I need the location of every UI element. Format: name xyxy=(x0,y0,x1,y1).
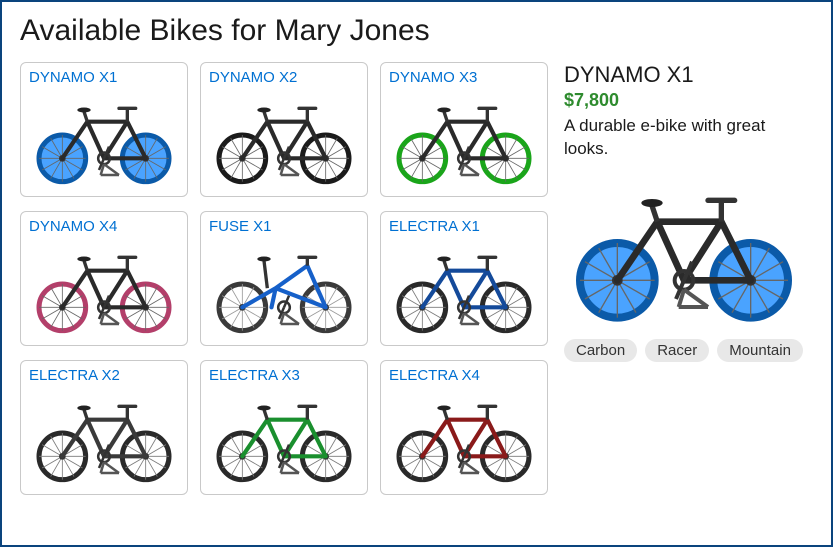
bike-tile[interactable]: FUSE X1 xyxy=(200,211,368,346)
bike-tile[interactable]: ELECTRA X2 xyxy=(20,360,188,495)
bike-tile[interactable]: ELECTRA X4 xyxy=(380,360,548,495)
bike-tile[interactable]: ELECTRA X1 xyxy=(380,211,548,346)
bike-tile-name: DYNAMO X4 xyxy=(29,218,179,235)
bike-tile[interactable]: DYNAMO X3 xyxy=(380,62,548,197)
page-title: Available Bikes for Mary Jones xyxy=(20,14,813,48)
bike-tile-image xyxy=(389,90,539,190)
bike-tile[interactable]: DYNAMO X1 xyxy=(20,62,188,197)
detail-bike-image xyxy=(564,171,804,331)
detail-tag: Carbon xyxy=(564,339,637,362)
detail-price: $7,800 xyxy=(564,90,813,111)
bike-detail-panel: DYNAMO X1 $7,800 A durable e-bike with g… xyxy=(560,62,813,495)
bike-tile-name: DYNAMO X2 xyxy=(209,69,359,86)
detail-tag: Racer xyxy=(645,339,709,362)
bike-tile[interactable]: ELECTRA X3 xyxy=(200,360,368,495)
bike-tile-image xyxy=(209,239,359,339)
bike-tile-name: ELECTRA X2 xyxy=(29,367,179,384)
bike-tile-name: FUSE X1 xyxy=(209,218,359,235)
bike-tile-image xyxy=(29,239,179,339)
detail-description: A durable e-bike with great looks. xyxy=(564,115,813,161)
bike-tile-image xyxy=(29,90,179,190)
bike-tile-image xyxy=(389,388,539,488)
bike-tile[interactable]: DYNAMO X2 xyxy=(200,62,368,197)
bike-tile-name: ELECTRA X1 xyxy=(389,218,539,235)
bike-tile-name: DYNAMO X1 xyxy=(29,69,179,86)
bike-tile-image xyxy=(389,239,539,339)
detail-tags: Carbon Racer Mountain xyxy=(564,339,813,362)
bike-grid: DYNAMO X1 DYNAMO X2 DYNAMO X3 xyxy=(20,62,548,495)
bike-tile-image xyxy=(209,388,359,488)
bike-tile-name: ELECTRA X4 xyxy=(389,367,539,384)
detail-tag: Mountain xyxy=(717,339,803,362)
bike-tile-name: ELECTRA X3 xyxy=(209,367,359,384)
bike-tile-name: DYNAMO X3 xyxy=(389,69,539,86)
bike-tile-image xyxy=(29,388,179,488)
detail-name: DYNAMO X1 xyxy=(564,62,813,88)
bike-tile-image xyxy=(209,90,359,190)
bike-tile[interactable]: DYNAMO X4 xyxy=(20,211,188,346)
